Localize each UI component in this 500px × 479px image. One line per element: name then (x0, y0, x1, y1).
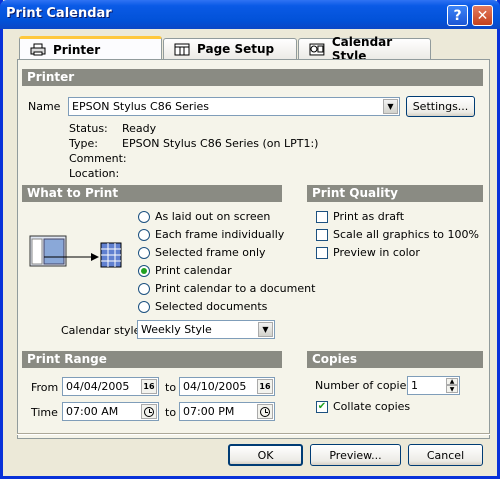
to-time-value: 07:00 PM (183, 405, 235, 418)
number-of-copies-spinner[interactable]: 1 ▲ ▼ (407, 376, 460, 395)
clock-icon[interactable] (257, 404, 273, 419)
close-icon: ✕ (476, 7, 489, 24)
print-layout-icon (29, 235, 122, 268)
checkbox-label: Preview in color (333, 246, 420, 259)
chevron-down-icon[interactable]: ▼ (258, 322, 273, 337)
preview-button[interactable]: Preview... (310, 444, 401, 466)
checkbox-print-as-draft[interactable]: Print as draft (316, 210, 404, 223)
from-time-field[interactable]: 07:00 AM (62, 402, 159, 421)
status-value: Ready (122, 122, 157, 135)
radio-label: Each frame individually (155, 228, 285, 241)
tab-page-setup-label: Page Setup (197, 42, 275, 56)
from-date-field[interactable]: 04/04/2005 16 (62, 377, 159, 396)
radio-print-calendar[interactable]: Print calendar (138, 264, 232, 277)
radio-selected-frame[interactable]: Selected frame only (138, 246, 266, 259)
radio-as-laid-out[interactable]: As laid out on screen (138, 210, 270, 223)
radio-label: Print calendar to a document (155, 282, 316, 295)
radio-button[interactable] (138, 246, 150, 259)
radio-button[interactable] (138, 300, 150, 313)
checkbox-checked[interactable]: ✔ (316, 400, 328, 413)
calendar-icon[interactable]: 16 (141, 379, 157, 394)
checkbox-preview-in-color[interactable]: Preview in color (316, 246, 420, 259)
calendar-style-select[interactable]: Weekly Style ▼ (137, 320, 275, 339)
checkbox-scale-graphics[interactable]: Scale all graphics to 100% (316, 228, 479, 241)
radio-label: As laid out on screen (155, 210, 271, 223)
printer-section-header: Printer (22, 69, 483, 86)
type-label: Type: (69, 137, 98, 150)
calendar-icon[interactable]: 16 (257, 379, 273, 394)
radio-button[interactable] (138, 282, 150, 295)
calendar-style-label: Calendar style (61, 324, 141, 337)
radio-button[interactable] (138, 210, 150, 223)
radio-label: Selected frame only (155, 246, 266, 259)
title-bar[interactable]: Print Calendar ? ✕ (0, 0, 500, 29)
cancel-button[interactable]: Cancel (408, 444, 483, 466)
help-button[interactable]: ? (447, 5, 468, 26)
to-time-field[interactable]: 07:00 PM (179, 402, 275, 421)
checkbox[interactable] (316, 246, 328, 259)
from-date-value: 04/04/2005 (66, 380, 130, 393)
radio-each-frame[interactable]: Each frame individually (138, 228, 284, 241)
calendar-style-icon (309, 43, 325, 55)
radio-label: Selected documents (155, 300, 268, 313)
footer-divider (17, 433, 490, 435)
close-button[interactable]: ✕ (472, 5, 493, 26)
checkbox[interactable] (316, 228, 328, 241)
radio-print-to-document[interactable]: Print calendar to a document (138, 282, 315, 295)
spinner-down-icon[interactable]: ▼ (446, 385, 458, 393)
printer-name-select[interactable]: EPSON Stylus C86 Series ▼ (68, 97, 400, 116)
printer-name-label: Name (28, 100, 61, 113)
spinner-up-icon[interactable]: ▲ (446, 378, 458, 385)
print-quality-header: Print Quality (307, 185, 483, 202)
comment-label: Comment: (69, 152, 127, 165)
to-date-field[interactable]: 04/10/2005 16 (179, 377, 275, 396)
tab-printer-label: Printer (53, 42, 101, 57)
to-label: to (165, 381, 177, 394)
settings-button[interactable]: Settings... (406, 96, 475, 117)
checkbox-label: Scale all graphics to 100% (333, 228, 479, 241)
checkbox-label: Collate copies (333, 400, 411, 413)
checkbox-collate-copies[interactable]: ✔ Collate copies (316, 400, 410, 413)
number-of-copies-label: Number of copies (315, 379, 413, 392)
chevron-down-icon[interactable]: ▼ (383, 99, 398, 114)
status-label: Status: (69, 122, 108, 135)
clock-icon[interactable] (141, 404, 157, 419)
radio-label: Print calendar (155, 264, 232, 277)
from-time-value: 07:00 AM (66, 405, 119, 418)
print-calendar-dialog: Print Calendar ? ✕ Printer Page Setup Ca… (0, 0, 500, 479)
copies-header: Copies (307, 351, 483, 368)
radio-selected-documents[interactable]: Selected documents (138, 300, 267, 313)
from-label: From (31, 381, 59, 394)
what-to-print-header: What to Print (22, 185, 282, 202)
type-value: EPSON Stylus C86 Series (on LPT1:) (122, 137, 319, 150)
to-date-value: 04/10/2005 (183, 380, 247, 393)
page-setup-icon (174, 43, 190, 55)
time-label: Time (31, 406, 58, 419)
number-of-copies-value: 1 (411, 379, 418, 392)
checkbox[interactable] (316, 210, 328, 223)
printer-name-value: EPSON Stylus C86 Series (72, 100, 210, 113)
ok-button[interactable]: OK (228, 444, 303, 466)
location-label: Location: (69, 167, 120, 180)
checkbox-label: Print as draft (333, 210, 405, 223)
print-range-header: Print Range (22, 351, 282, 368)
printer-icon (30, 43, 46, 56)
tab-page-setup[interactable]: Page Setup (163, 38, 297, 59)
window-title: Print Calendar (6, 6, 112, 21)
radio-button[interactable] (138, 228, 150, 241)
to-time-label: to (165, 406, 177, 419)
help-icon: ? (453, 7, 462, 24)
calendar-style-value: Weekly Style (141, 323, 212, 336)
radio-button-selected[interactable] (138, 264, 150, 277)
tab-calendar-style[interactable]: Calendar Style (298, 35, 431, 63)
tab-printer[interactable]: Printer (19, 36, 162, 60)
